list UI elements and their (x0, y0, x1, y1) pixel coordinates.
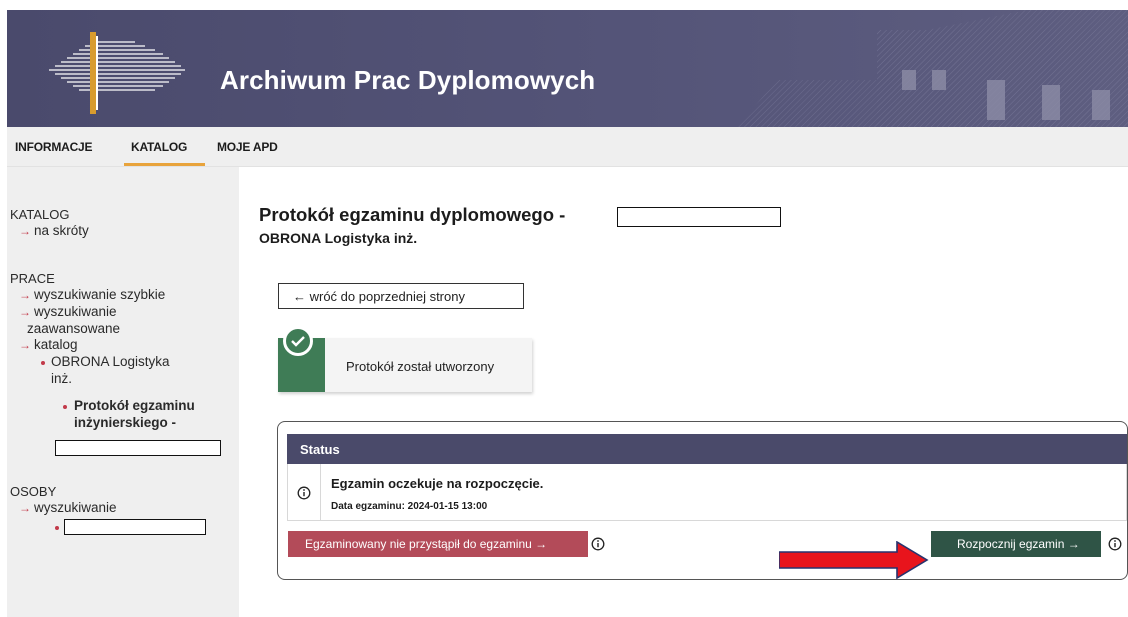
arrow-right-icon: → (19, 224, 31, 238)
info-icon (297, 486, 311, 500)
sidebar-link-katalog[interactable]: → katalog (19, 337, 78, 352)
sidebar-link-wyszukiwanie-zaawansowane[interactable]: → wyszukiwanie (19, 304, 117, 319)
bullet-icon (63, 405, 67, 409)
logo-icon (49, 32, 185, 114)
notice-text: Protokół został utworzony (346, 359, 495, 374)
arrow-right-icon: → (19, 288, 31, 302)
nav-moje-apd[interactable]: MOJE APD (217, 140, 278, 154)
absent-button[interactable]: Egzaminowany nie przystąpił do egzaminu … (288, 531, 588, 557)
sidebar-current-protokol: Protokół egzaminu (74, 398, 195, 413)
building-illustration (737, 10, 1128, 127)
redacted-box (617, 207, 781, 227)
status-message: Egzamin oczekuje na rozpoczęcie. (331, 476, 544, 491)
bullet-icon (41, 361, 45, 365)
info-icon[interactable] (1108, 537, 1122, 551)
nav-informacje[interactable]: INFORMACJE (15, 140, 93, 154)
page-title: Protokół egzaminu dyplomowego - (259, 204, 566, 225)
check-icon (283, 326, 313, 356)
sidebar-heading-prace: PRACE (10, 271, 55, 286)
arrow-right-icon: → (19, 501, 31, 515)
sidebar-current-protokol-cont: inżynierskiego - (74, 415, 177, 430)
nav-active-indicator (124, 163, 205, 166)
arrow-right-icon: → (19, 338, 31, 352)
status-body: Egzamin oczekuje na rozpoczęcie. Data eg… (287, 464, 1127, 521)
app-title: Archiwum Prac Dyplomowych (220, 65, 596, 95)
sidebar-link-obrona-logistyka[interactable]: OBRONA Logistyka (51, 354, 170, 369)
sidebar-heading-katalog: KATALOG (10, 207, 70, 222)
status-header: Status (287, 434, 1127, 464)
top-navigation: INFORMACJE KATALOG MOJE APD (7, 127, 1128, 167)
page-subtitle: OBRONA Logistyka inż. (259, 230, 418, 246)
sidebar-link-wyszukiwanie-osoby[interactable]: → wyszukiwanie (19, 500, 117, 515)
bullet-icon (55, 526, 59, 530)
sidebar-link-zaawansowane-cont[interactable]: zaawansowane (27, 321, 120, 336)
divider (320, 464, 321, 520)
sidebar-heading-osoby: OSOBY (10, 484, 57, 499)
redacted-box (64, 519, 206, 535)
sidebar-link-na-skroty[interactable]: → na skróty (19, 223, 89, 238)
nav-katalog[interactable]: KATALOG (131, 140, 187, 154)
header-banner: Archiwum Prac Dyplomowych (7, 10, 1128, 127)
annotation-arrow-icon (779, 541, 929, 579)
exam-date: Data egzaminu: 2024-01-15 13:00 (331, 501, 488, 512)
sidebar-link-obrona-logistyka-cont[interactable]: inż. (51, 371, 72, 386)
sidebar: KATALOG → na skróty PRACE → wyszukiwanie s… (7, 167, 239, 617)
sidebar-link-wyszukiwanie-szybkie[interactable]: → wyszukiwanie szybkie (19, 287, 165, 302)
status-card: Status Egzamin oczekuje na rozpoczęcie. … (277, 421, 1128, 580)
info-icon[interactable] (591, 537, 605, 551)
back-button[interactable]: ← wróć do poprzedniej strony (278, 283, 524, 309)
start-exam-button[interactable]: Rozpocznij egzamin → (931, 531, 1101, 557)
arrow-right-icon: → (19, 305, 31, 319)
redacted-box (55, 440, 221, 456)
success-notice: Protokół został utworzony (278, 326, 532, 392)
